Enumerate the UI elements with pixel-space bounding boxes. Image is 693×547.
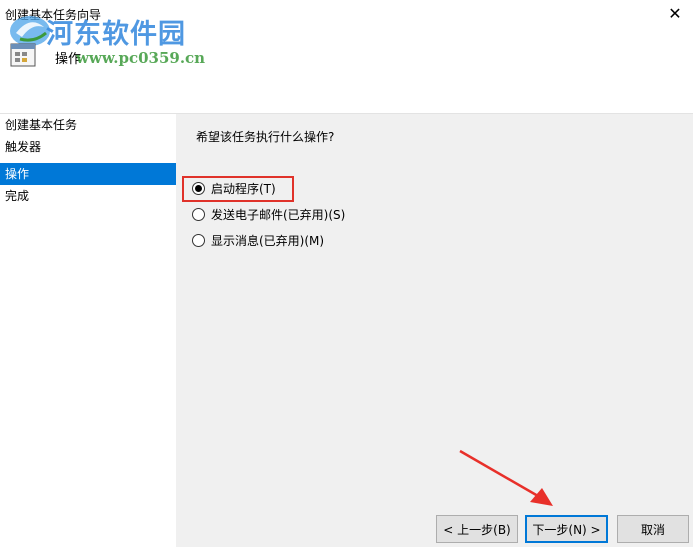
option-send-email[interactable]: 发送电子邮件(已弃用)(S) bbox=[192, 204, 345, 224]
nav-step-trigger[interactable]: 触发器 bbox=[0, 136, 176, 158]
action-question: 希望该任务执行什么操作? bbox=[196, 130, 335, 144]
watermark-url: www.pc0359.cn bbox=[76, 49, 206, 67]
nav-step-create-basic-task[interactable]: 创建基本任务 bbox=[0, 114, 176, 136]
close-icon[interactable]: ✕ bbox=[663, 2, 687, 24]
option-label: 发送电子邮件(已弃用)(S) bbox=[211, 207, 346, 222]
nav-step-finish[interactable]: 完成 bbox=[0, 185, 176, 207]
back-button[interactable]: < 上一步(B) bbox=[436, 515, 518, 543]
wizard-header: 创建基本任务向导 ✕ 河东软件园 操作 www.pc0359.cn bbox=[0, 0, 693, 114]
option-display-message[interactable]: 显示消息(已弃用)(M) bbox=[192, 230, 324, 250]
wizard-step-nav: 创建基本任务 触发器 操作 完成 bbox=[0, 114, 176, 547]
wizard-window: 创建基本任务向导 ✕ 河东软件园 操作 www.pc0359.cn 创建基本任务… bbox=[0, 0, 693, 547]
nav-step-action[interactable]: 操作 bbox=[0, 163, 176, 185]
next-button[interactable]: 下一步(N) > bbox=[525, 515, 608, 543]
radio-unchecked-icon[interactable] bbox=[192, 233, 205, 247]
option-label: 显示消息(已弃用)(M) bbox=[211, 233, 325, 248]
watermark-title: 河东软件园 bbox=[46, 19, 186, 50]
radio-unchecked-icon[interactable] bbox=[192, 207, 205, 221]
option-start-program[interactable]: 启动程序(T) bbox=[192, 178, 276, 198]
radio-checked-icon[interactable] bbox=[192, 181, 205, 195]
option-label: 启动程序(T) bbox=[211, 181, 276, 196]
cancel-button[interactable]: 取消 bbox=[617, 515, 689, 543]
task-scheduler-icon bbox=[10, 43, 36, 67]
